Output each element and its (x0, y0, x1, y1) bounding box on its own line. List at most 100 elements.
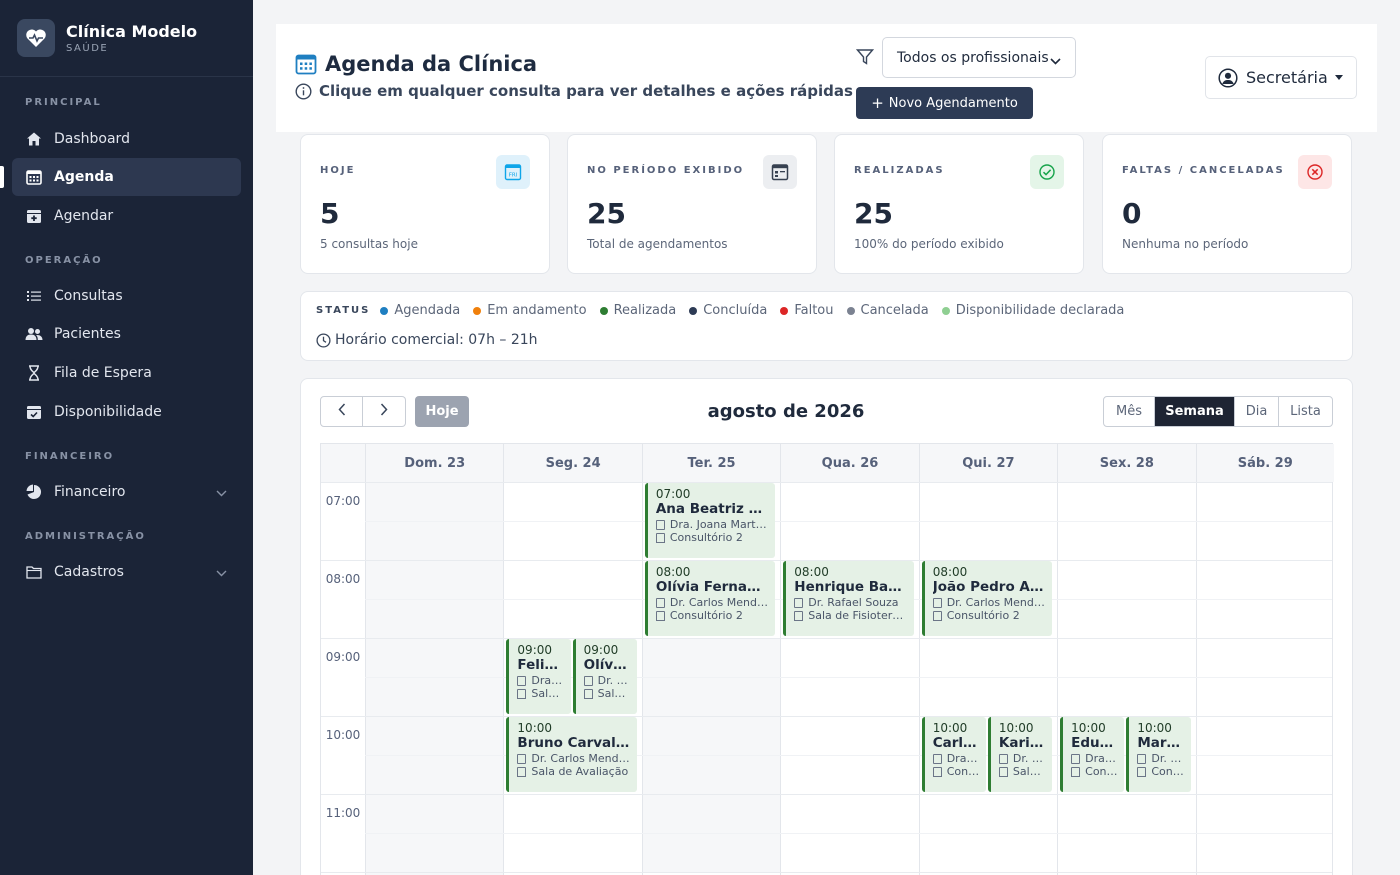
event-room-text: Consultório 1 (946, 765, 980, 778)
appointment-event[interactable]: 10:00Carla MoreiraDra. Joana MartinsCons… (921, 717, 986, 792)
page-title: Agenda da Clínica (295, 52, 537, 76)
event-professional: Dra. Joana Martins (655, 518, 775, 531)
new-appointment-label: Novo Agendamento (888, 95, 1018, 111)
event-professional: Dr. Rafael Souza (794, 596, 913, 609)
sidebar-item-consultas[interactable]: Consultas (12, 277, 241, 315)
x-circle-icon (1298, 155, 1332, 189)
door-icon (932, 766, 942, 777)
stat-description: Nenhuma no período (1122, 237, 1249, 251)
stat-value: 25 (587, 197, 626, 230)
event-patient: Carla Moreira (932, 735, 986, 751)
professional-select[interactable]: Todos os profissionais (882, 37, 1076, 78)
sidebar-item-disponibilidade[interactable]: Disponibilidade (12, 393, 241, 431)
day-column[interactable] (365, 482, 504, 875)
appointment-event[interactable]: 10:00Eduardo LimaDra. Joana MartinsConsu… (1060, 717, 1125, 792)
user-circle-icon (1218, 67, 1238, 88)
event-patient: Olívia Ramos (583, 657, 637, 673)
doctor-badge-icon (932, 597, 942, 608)
calendar: Hoje agosto de 2026 Mês Semana Dia Lista… (300, 378, 1353, 875)
event-patient: Olívia Fernandes (655, 579, 776, 595)
view-mes-button[interactable]: Mês (1104, 397, 1154, 426)
event-room: Sala de Fisioterapia (583, 687, 637, 700)
day-header[interactable]: Qui. 27 (918, 444, 1058, 482)
stat-description: 100% do período exibido (854, 237, 1004, 251)
hour-line (321, 872, 1332, 873)
event-room-text: Consultório 2 (669, 609, 743, 622)
user-menu-button[interactable]: Secretária (1205, 56, 1357, 99)
day-column[interactable] (918, 482, 1057, 875)
sidebar-item-cadastros[interactable]: Cadastros (12, 553, 241, 591)
door-icon (517, 766, 527, 777)
half-hour-line (365, 521, 1332, 522)
home-icon (25, 130, 43, 148)
view-lista-button[interactable]: Lista (1278, 397, 1332, 426)
doctor-badge-icon (655, 519, 665, 530)
appointment-event[interactable]: 09:00Olívia RamosDr. Rafael SouzaSala de… (572, 639, 637, 714)
stat-value: 25 (854, 197, 893, 230)
event-professional: Dr. Rafael Souza (1137, 752, 1190, 765)
event-professional: Dra. Joana Martins (517, 674, 570, 687)
stat-card-periodo: NO PERÍODO EXIBIDO 25 Total de agendamen… (567, 134, 817, 274)
status-dot (599, 306, 608, 315)
sidebar-item-agenda[interactable]: Agenda (12, 158, 241, 196)
chevron-down-icon (1050, 53, 1061, 69)
appointment-event[interactable]: 08:00 Olívia Fernandes Dr. Carlos Mendes Co… (644, 561, 776, 636)
event-room-text: Sala de Fisioterapia (597, 687, 631, 700)
sidebar-item-dashboard[interactable]: Dashboard (12, 120, 241, 158)
hourglass-icon (25, 364, 43, 382)
event-professional: Dr. Carlos Mendes (655, 596, 775, 609)
sidebar-item-agendar[interactable]: Agendar (12, 197, 241, 235)
legend-row: STATUS Agendada Em andamento Realizada C… (316, 303, 1137, 318)
event-room: Consultório 2 (655, 531, 775, 544)
appointment-event[interactable]: 10:00Karina LopesDr. Rafael SouzaSala de… (987, 717, 1053, 792)
day-header[interactable]: Seg. 24 (503, 444, 642, 482)
page-title-text: Agenda da Clínica (325, 52, 538, 76)
calendar-grid-icon (295, 53, 317, 75)
day-column[interactable] (1057, 482, 1195, 875)
day-column[interactable] (1195, 482, 1334, 875)
sidebar-item-pacientes[interactable]: Pacientes (12, 315, 241, 353)
appointment-event[interactable]: 10:00 Bruno Carvalho Dr. Carlos Mendes Sala… (506, 717, 637, 792)
doctor-badge-icon (517, 675, 527, 686)
door-icon (794, 610, 804, 621)
event-time: 09:00 (517, 643, 553, 657)
legend-item-label: Concluída (703, 303, 768, 318)
day-header[interactable]: Dom. 23 (365, 444, 504, 482)
appointment-event[interactable]: 08:00João Pedro AlmeidaDr. Carlos Mendes… (921, 561, 1053, 636)
week-grid: Dom. 23 Seg. 24 Ter. 25 Qua. 26 Qui. 27 Sex. … (320, 443, 1334, 875)
event-room-text: Sala de Fisioterapia (1012, 765, 1046, 778)
event-room-text: Consultório 2 (946, 609, 1020, 622)
view-semana-button[interactable]: Semana (1154, 397, 1234, 426)
event-time: 10:00 (1137, 721, 1172, 735)
event-time: 10:00 (998, 721, 1034, 735)
day-header[interactable]: Sáb. 29 (1195, 444, 1334, 482)
appointment-event[interactable]: 08:00Henrique BarbosaDr. Rafael SouzaSal… (783, 561, 914, 636)
nav-section-operacao: OPERAÇÃO (25, 255, 103, 266)
event-room-text: Consultório 2 (1151, 765, 1185, 778)
day-column[interactable] (780, 482, 918, 875)
sidebar-item-financeiro[interactable]: Financeiro (12, 473, 241, 511)
appointment-event[interactable]: 07:00Ana Beatriz SouzaDra. Joana Martins… (644, 483, 776, 558)
appointment-event[interactable]: 10:00Mariana CostaDr. Rafael SouzaConsul… (1126, 717, 1191, 792)
stat-value: 0 (1122, 197, 1142, 230)
event-patient: Bruno Carvalho (517, 735, 635, 751)
doctor-badge-icon (932, 753, 942, 764)
status-dot (780, 306, 789, 315)
appointment-event[interactable]: 09:00Felipe AugustoDra. Joana MartinsSal… (506, 639, 571, 714)
day-header[interactable]: Ter. 25 (641, 444, 781, 482)
sidebar-item-label: Pacientes (54, 326, 121, 342)
day-header[interactable]: Sex. 28 (1057, 444, 1196, 482)
legend-item-label: Cancelada (860, 303, 929, 318)
new-appointment-button[interactable]: + Novo Agendamento (856, 87, 1033, 119)
caret-down-icon (1335, 75, 1343, 80)
active-indicator (0, 166, 4, 188)
status-legend: STATUS Agendada Em andamento Realizada C… (300, 291, 1353, 361)
sidebar-item-fila-de-espera[interactable]: Fila de Espera (12, 354, 241, 392)
grid-corner (321, 444, 365, 482)
brand[interactable]: Clínica Modelo SAÚDE (0, 0, 253, 77)
event-room-text: Sala de Avaliação (531, 765, 629, 778)
view-dia-button[interactable]: Dia (1234, 397, 1278, 426)
doctor-badge-icon (655, 597, 665, 608)
info-icon (295, 82, 312, 100)
day-header[interactable]: Qua. 26 (780, 444, 919, 482)
